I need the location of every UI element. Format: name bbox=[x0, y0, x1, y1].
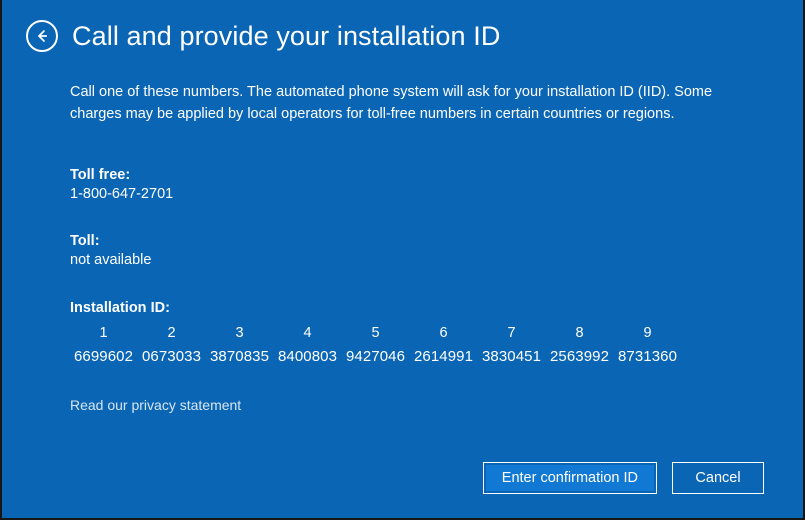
enter-confirmation-id-button[interactable]: Enter confirmation ID bbox=[482, 462, 657, 494]
iid-column-index: 8 bbox=[575, 324, 584, 341]
dialog-footer: Enter confirmation ID Cancel bbox=[482, 462, 764, 494]
toll-section: Toll: not available bbox=[70, 233, 739, 268]
enter-confirmation-id-label: Enter confirmation ID bbox=[485, 465, 654, 491]
iid-group-value: 3870835 bbox=[209, 347, 270, 365]
iid-group-value: 2563992 bbox=[549, 347, 610, 365]
iid-group-value: 2614991 bbox=[413, 347, 474, 365]
iid-column-index: 6 bbox=[439, 324, 448, 341]
iid-column-index: 3 bbox=[235, 324, 244, 341]
toll-free-label: Toll free: bbox=[70, 166, 131, 183]
iid-group-value: 3830451 bbox=[481, 347, 542, 365]
installation-id-label: Installation ID: bbox=[70, 299, 170, 316]
toll-number: not available bbox=[70, 251, 152, 268]
toll-free-number: 1-800-647-2701 bbox=[70, 185, 174, 202]
iid-column-index: 9 bbox=[643, 324, 652, 341]
privacy-statement-link[interactable]: Read our privacy statement bbox=[70, 397, 241, 413]
installation-id-section: Installation ID: 1 2 3 4 5 6 7 8 9 66996… bbox=[70, 300, 739, 365]
iid-column-index: 7 bbox=[507, 324, 516, 341]
back-arrow-circle-icon[interactable] bbox=[26, 20, 58, 52]
iid-group-value: 0673033 bbox=[141, 347, 202, 365]
installation-id-grid: 1 2 3 4 5 6 7 8 9 6699602 0673033 387083… bbox=[70, 325, 739, 365]
iid-group-value: 6699602 bbox=[73, 347, 134, 365]
iid-column-index: 1 bbox=[99, 324, 108, 341]
dialog-header: Call and provide your installation ID bbox=[2, 0, 803, 52]
iid-group-value: 8731360 bbox=[617, 347, 678, 365]
page-title: Call and provide your installation ID bbox=[72, 20, 501, 51]
toll-free-section: Toll free: 1-800-647-2701 bbox=[70, 167, 739, 202]
iid-column-index: 5 bbox=[371, 324, 380, 341]
toll-label: Toll: bbox=[70, 232, 100, 249]
iid-column-index: 2 bbox=[167, 324, 176, 341]
iid-group-value: 8400803 bbox=[277, 347, 338, 365]
cancel-button[interactable]: Cancel bbox=[672, 462, 764, 494]
dialog-content: Call one of these numbers. The automated… bbox=[2, 52, 803, 415]
intro-text: Call one of these numbers. The automated… bbox=[70, 83, 713, 122]
activation-dialog-window: Call and provide your installation ID Ca… bbox=[0, 0, 805, 520]
iid-group-value: 9427046 bbox=[345, 347, 406, 365]
iid-column-index: 4 bbox=[303, 324, 312, 341]
